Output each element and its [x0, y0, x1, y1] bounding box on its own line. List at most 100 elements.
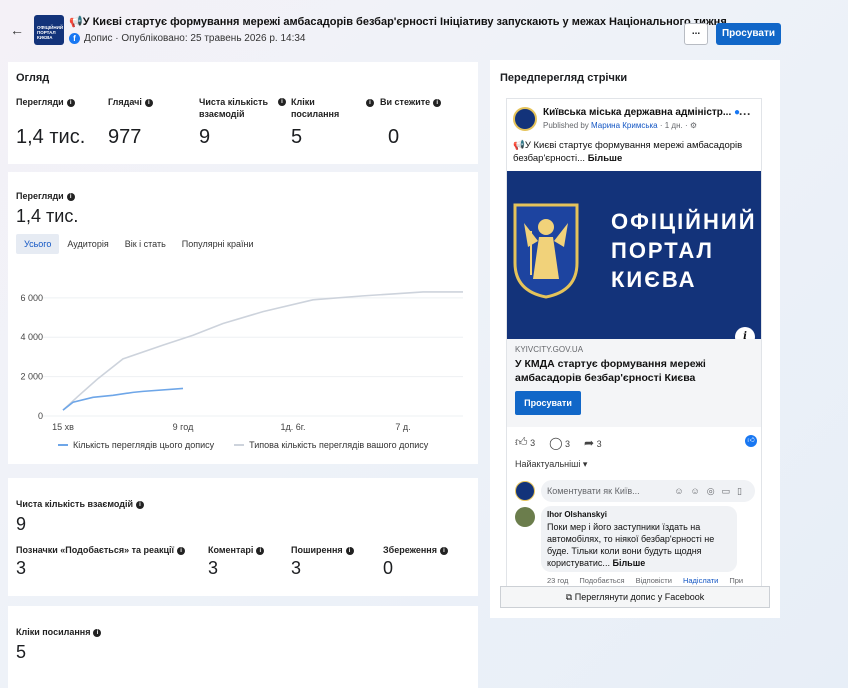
post-title: 📢У Києві стартує формування мережі амбас… — [69, 16, 739, 28]
thumbs-up-icon: 👍︎ — [515, 435, 528, 449]
see-more-link[interactable]: Більше — [588, 153, 623, 164]
views-value: 1,4 тис. — [16, 206, 79, 226]
feed-preview-title: Передперегляд стрічки — [500, 72, 628, 84]
comment-author[interactable]: Ihor Olshanskyi — [547, 510, 731, 519]
share-arrow-icon: ➦ — [584, 435, 595, 450]
metric-reach: Глядачі i 977 — [108, 96, 153, 149]
metric-value: 0 — [383, 558, 394, 578]
link-clicks-card: Кліки посилання i 5 — [8, 606, 478, 688]
comment-input[interactable]: Коментувати як Київ... ☺☺◎▭▯ — [541, 480, 755, 502]
commenter-avatar — [515, 481, 535, 501]
post-menu-icon[interactable]: ··· — [739, 107, 751, 121]
facebook-icon: f — [69, 33, 80, 44]
legend-swatch — [58, 444, 68, 446]
comment-more-button[interactable]: При — [729, 576, 743, 585]
info-icon[interactable]: i — [177, 547, 186, 555]
share-count[interactable]: ➦ 3 — [584, 436, 602, 450]
comment-text: Поки мер і його заступники їздать на авт… — [547, 522, 715, 568]
engagement-card: Чиста кількість взаємодій i 9 Позначки «П… — [8, 478, 478, 596]
link-preview[interactable]: KYIVCITY.GOV.UA У КМДА стартує формуванн… — [507, 339, 761, 427]
comment-author-avatar[interactable] — [515, 507, 535, 527]
globe-icon: ⚙ — [689, 121, 698, 130]
like-reaction-icon: 👍︎ — [745, 435, 757, 447]
metric-reactions: Позначки «Подобається» та реакції i 3 — [16, 544, 186, 579]
comment-tools-icons[interactable]: ☺☺◎▭▯ — [674, 480, 749, 502]
feed-preview-card: Передперегляд стрічки Київська міська де… — [490, 60, 780, 618]
metric-value: 0 — [388, 126, 400, 148]
series-line-this-post — [62, 387, 184, 411]
published-by: Published by Марина Кримська · 1 дн. · ⚙ — [543, 121, 698, 130]
page-name[interactable]: Київська міська державна адміністр... ● — [543, 107, 740, 118]
metric-value: 1,4 тис. — [16, 126, 86, 148]
promote-button-preview[interactable]: Просувати — [515, 391, 581, 415]
like-count[interactable]: 👍︎ 3 — [515, 435, 535, 450]
page-avatar[interactable] — [513, 107, 537, 131]
metric-shares: Поширення i 3 — [291, 544, 354, 579]
promote-button[interactable]: Просувати — [716, 23, 781, 45]
comment-bubble: Ihor Olshanskyi Поки мер і його заступни… — [541, 506, 737, 572]
tab-top-countries[interactable]: Популярні країни — [174, 234, 262, 254]
metric-value: 5 — [291, 126, 303, 148]
views-tabs: Усього Аудиторія Вік і стать Популярні к… — [16, 234, 262, 254]
metric-value: 3 — [208, 558, 219, 578]
reaction-bar: 👍︎ 3 ◯ 3 ➦ 3 — [515, 435, 602, 450]
link-domain: KYIVCITY.GOV.UA — [515, 345, 584, 354]
metric-comments: Коментарі i 3 — [208, 544, 265, 579]
comment-time: 23 год — [547, 576, 569, 585]
comment-sort-dropdown[interactable]: Найактуальніші ▾ — [515, 459, 587, 470]
info-icon[interactable]: i — [136, 501, 145, 509]
info-icon[interactable]: i — [256, 547, 265, 555]
info-icon[interactable]: i — [278, 98, 286, 106]
engagement-title: Чиста кількість взаємодій i — [16, 498, 145, 510]
info-icon[interactable]: i — [366, 99, 374, 107]
tab-age-gender[interactable]: Вік і стать — [117, 234, 174, 254]
x-tick-label: 15 хв — [52, 422, 74, 432]
kyiv-coat-of-arms-icon — [513, 203, 579, 299]
tab-total[interactable]: Усього — [16, 234, 60, 254]
comment-reply-button[interactable]: Відповісти — [636, 576, 672, 585]
info-icon[interactable]: i — [439, 547, 448, 555]
post-meta: f Допис · Опубліковано: 25 травень 2026 … — [69, 33, 305, 44]
post-text: 📢У Києві стартує формування мережі амбас… — [513, 140, 743, 164]
views-card: Перегляди i 1,4 тис. Усього Аудиторія Вік… — [8, 172, 478, 464]
link-title: У КМДА стартує формування мережі амбасад… — [515, 358, 706, 384]
metric-value: 3 — [16, 558, 27, 578]
comment-send-button[interactable]: Надіслати — [683, 576, 718, 585]
view-on-facebook-button[interactable]: ⧉ Переглянути допис у Facebook — [500, 586, 770, 608]
info-icon[interactable]: i — [66, 99, 75, 107]
info-icon[interactable]: i — [345, 547, 354, 555]
comment-count[interactable]: ◯ 3 — [549, 436, 570, 450]
info-icon[interactable]: i — [144, 99, 153, 107]
metric-link-clicks: Кліки посилання 5 — [291, 96, 351, 149]
post-image[interactable]: ОФІЦІЙНИЙ ПОРТАЛ КИЄВА i — [507, 171, 761, 347]
facebook-post-preview: Київська міська державна адміністр... ● … — [506, 98, 762, 598]
legend-item-typical: Типова кількість переглядів вашого допис… — [234, 440, 428, 450]
metric-value: 977 — [108, 126, 142, 148]
more-options-button[interactable]: ... — [684, 23, 708, 45]
link-clicks-title: Кліки посилання i — [16, 626, 102, 638]
overview-card: Огляд Перегляди i 1,4 тис. Глядачі i 977 Ч… — [8, 62, 478, 164]
tab-audience[interactable]: Аудиторія — [59, 234, 116, 254]
comment-see-more[interactable]: Більше — [612, 558, 645, 568]
engagement-value: 9 — [16, 514, 27, 534]
x-tick-label: 9 год — [173, 422, 194, 432]
overview-title: Огляд — [16, 72, 50, 84]
link-clicks-value: 5 — [16, 642, 27, 662]
external-link-icon: ⧉ — [565, 592, 573, 602]
comment-bubble-icon: ◯ — [549, 435, 563, 450]
y-tick-label: 0 — [38, 411, 43, 421]
info-icon[interactable]: i — [66, 193, 75, 201]
legend-item-this-post: Кількість переглядів цього допису — [58, 440, 214, 450]
back-arrow-icon[interactable]: ← — [10, 22, 24, 38]
post-meta-text: Допис · Опубліковано: 25 травень 2026 р.… — [84, 33, 306, 44]
views-title: Перегляди i — [16, 190, 75, 202]
metric-follows: i Ви стежите i 0 — [366, 96, 442, 149]
metric-value: 3 — [291, 558, 302, 578]
y-tick-label: 6 000 — [20, 293, 43, 303]
series-line-typical — [62, 291, 463, 411]
post-thumbnail: ОФІЦІЙНИЙ ПОРТАЛ КИЄВА — [34, 15, 64, 45]
comment-like-button[interactable]: Подобається — [579, 576, 624, 585]
info-icon[interactable]: i — [93, 629, 102, 637]
info-icon[interactable]: i — [433, 99, 442, 107]
views-line-chart: 0 2 000 4 000 6 000 15 хв 9 год 1д. 6г. 7 д. — [20, 291, 463, 432]
